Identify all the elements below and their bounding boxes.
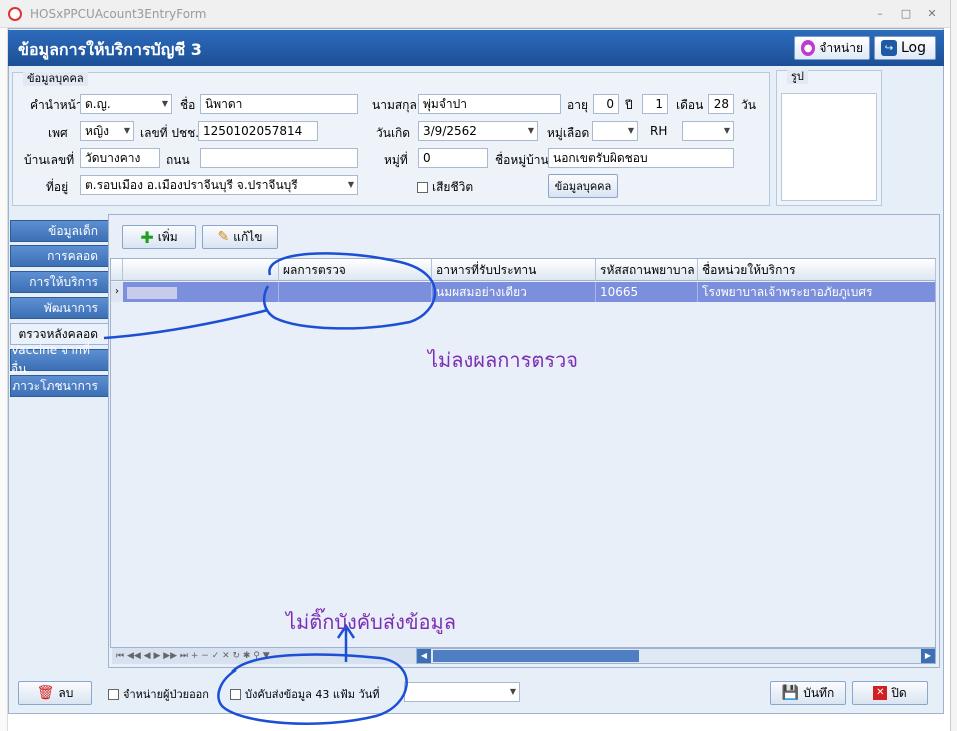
annotation-circle-result xyxy=(262,252,437,330)
annotation-circle-checkbox xyxy=(217,653,408,725)
annotation-note-checkbox: ไม่ติ๊กบังคับส่งข้อมูล xyxy=(286,610,456,634)
annotation-note-result: ไม่ลงผลการตรวจ xyxy=(428,348,578,372)
annotation-line-to-tab xyxy=(103,308,269,340)
